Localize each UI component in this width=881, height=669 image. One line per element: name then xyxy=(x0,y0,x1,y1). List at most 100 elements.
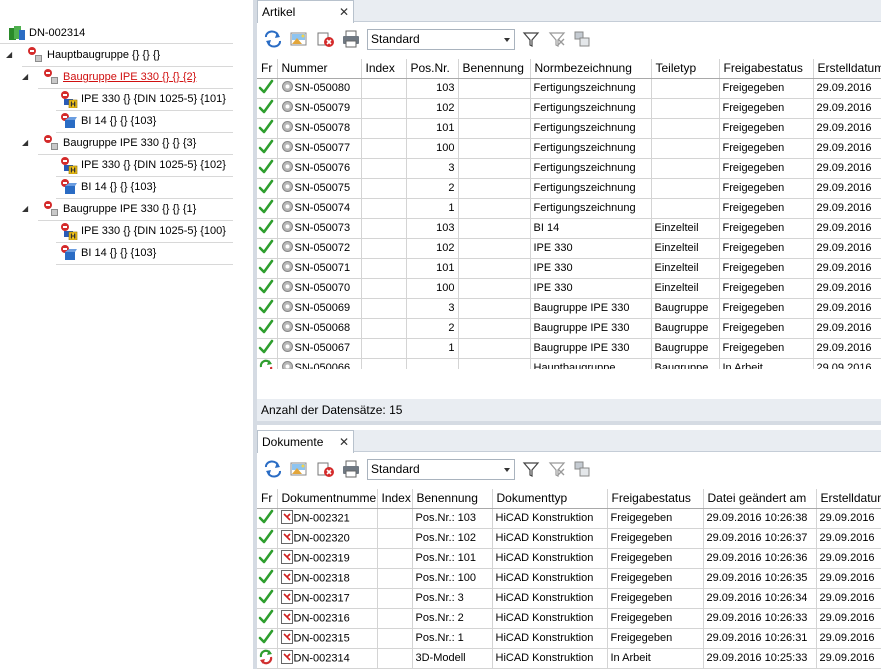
column-header[interactable]: Index xyxy=(361,59,407,79)
created-date-cell: 29.09.2016 xyxy=(816,508,881,529)
view-select[interactable]: Standard xyxy=(367,29,515,50)
designation-cell xyxy=(458,358,531,369)
table-row[interactable]: SN-050078 101 Fertigungszeichnung Freigegeb… xyxy=(257,118,881,139)
release-status-cell: Freigegeben xyxy=(607,508,704,529)
table-row[interactable]: SN-050068 2 Baugruppe IPE 330 Baugruppe Frei… xyxy=(257,318,881,339)
column-header[interactable]: Nummer xyxy=(277,59,362,79)
tree-node[interactable]: H IPE 330 {} {DIN 1025-5} {102} xyxy=(60,154,226,176)
table-row[interactable]: SN-050080 103 Fertigungszeichnung Freigegeb… xyxy=(257,78,881,99)
position-cell: 2 xyxy=(406,318,459,339)
assembly-icon xyxy=(42,68,60,86)
tree-node[interactable]: BI 14 {} {} {103} xyxy=(60,242,156,264)
table-row[interactable]: SN-050076 3 Fertigungszeichnung Freigegeben… xyxy=(257,158,881,179)
article-number-cell-text: SN-050076 xyxy=(294,161,351,174)
column-header[interactable]: Fr xyxy=(257,489,278,509)
tree-node[interactable]: ◢ Hauptbaugruppe {} {} {} xyxy=(6,44,160,66)
release-status-cell: Freigegeben xyxy=(719,198,814,219)
check-icon xyxy=(258,319,274,338)
table-row[interactable]: DN-002318 Pos.Nr.: 100 HiCAD Konstruktion F… xyxy=(257,568,881,589)
table-row[interactable]: DN-002317 Pos.Nr.: 3 HiCAD Konstruktion Fre… xyxy=(257,588,881,609)
column-header[interactable]: Datei geändert am xyxy=(703,489,817,509)
tree-node[interactable]: BI 14 {} {} {103} xyxy=(60,110,156,132)
collapse-icon[interactable]: ◢ xyxy=(6,51,13,59)
refresh-icon[interactable] xyxy=(263,460,283,478)
clear-filter-icon[interactable] xyxy=(547,30,567,48)
column-header[interactable]: Dokumentnummer xyxy=(277,489,378,509)
picture-icon[interactable] xyxy=(289,30,309,48)
filter-icon[interactable] xyxy=(521,30,541,48)
picture-icon[interactable] xyxy=(289,460,309,478)
close-icon[interactable]: ✕ xyxy=(339,5,349,19)
column-chooser-icon[interactable] xyxy=(572,460,592,478)
check-icon xyxy=(258,299,274,318)
table-row[interactable]: DN-002319 Pos.Nr.: 101 HiCAD Konstruktion F… xyxy=(257,548,881,569)
column-header[interactable]: Freigabestatus xyxy=(719,59,814,79)
filter-icon[interactable] xyxy=(521,460,541,478)
column-header[interactable]: Normbezeichnung xyxy=(530,59,652,79)
gear-icon xyxy=(281,100,294,116)
view-select[interactable]: Standard xyxy=(367,459,515,480)
table-row[interactable]: SN-050075 2 Fertigungszeichnung Freigegeben… xyxy=(257,178,881,199)
column-header[interactable]: Freigabestatus xyxy=(607,489,704,509)
release-status-cell: Freigegeben xyxy=(719,218,814,239)
refresh-icon[interactable] xyxy=(263,30,283,48)
delete-icon[interactable] xyxy=(316,460,336,478)
check-icon xyxy=(258,589,274,608)
gear-icon xyxy=(281,140,294,156)
column-header[interactable]: Pos.Nr. xyxy=(406,59,459,79)
tree-node[interactable]: ◢ Baugruppe IPE 330 {} {} {3} xyxy=(22,132,196,154)
collapse-icon[interactable]: ◢ xyxy=(22,73,29,81)
article-number-cell: SN-050080 xyxy=(277,78,362,99)
table-row[interactable]: SN-050071 101 IPE 330 Einzelteil Freigegeben… xyxy=(257,258,881,279)
tree-node[interactable]: BI 14 {} {} {103} xyxy=(60,176,156,198)
close-icon[interactable]: ✕ xyxy=(339,435,349,449)
table-row[interactable]: DN-002316 Pos.Nr.: 2 HiCAD Konstruktion Fre… xyxy=(257,608,881,629)
column-header[interactable]: Index xyxy=(377,489,413,509)
table-row[interactable]: DN-002320 Pos.Nr.: 102 HiCAD Konstruktion F… xyxy=(257,528,881,549)
table-row[interactable]: SN-050074 1 Fertigungszeichnung Freigegeben… xyxy=(257,198,881,219)
table-row[interactable]: DN-002321 Pos.Nr.: 103 HiCAD Konstruktion F… xyxy=(257,508,881,529)
column-chooser-icon[interactable] xyxy=(572,30,592,48)
table-row[interactable]: SN-050079 102 Fertigungszeichnung Freigegeb… xyxy=(257,98,881,119)
tab-articles[interactable]: Artikel ✕ xyxy=(257,0,354,23)
created-date-cell: 29.09.2016 xyxy=(816,568,881,589)
table-row[interactable]: SN-050066 Hauptbaugruppe Baugruppe In Arbei… xyxy=(257,358,881,369)
tab-documents[interactable]: Dokumente ✕ xyxy=(257,430,354,453)
collapse-icon[interactable]: ◢ xyxy=(22,205,29,213)
delete-icon[interactable] xyxy=(316,30,336,48)
tree-node[interactable]: ◢ Baugruppe IPE 330 {} {} {1} xyxy=(22,198,196,220)
table-row[interactable]: DN-002315 Pos.Nr.: 1 HiCAD Konstruktion Fre… xyxy=(257,628,881,649)
collapse-icon[interactable]: ◢ xyxy=(22,139,29,147)
release-status-cell: Freigegeben xyxy=(719,78,814,99)
column-header[interactable]: Fr xyxy=(257,59,278,79)
article-number-cell: SN-050074 xyxy=(277,198,362,219)
norm-cell: Baugruppe IPE 330 xyxy=(530,318,652,339)
print-icon[interactable] xyxy=(341,30,361,48)
table-row[interactable]: SN-050073 103 BI 14 Einzelteil Freigegeben 29… xyxy=(257,218,881,239)
tree-node[interactable]: H IPE 330 {} {DIN 1025-5} {100} xyxy=(60,220,226,242)
tree-root[interactable]: DN-002314 xyxy=(8,22,85,44)
tree-node[interactable]: H IPE 330 {} {DIN 1025-5} {101} xyxy=(60,88,226,110)
table-row[interactable]: SN-050072 102 IPE 330 Einzelteil Freigegeben… xyxy=(257,238,881,259)
release-status-cell: Freigegeben xyxy=(607,608,704,629)
release-status-cell: Freigegeben xyxy=(719,118,814,139)
column-header[interactable]: Benennung xyxy=(458,59,531,79)
column-header[interactable]: Teiletyp xyxy=(651,59,720,79)
column-header[interactable]: Benennung xyxy=(412,489,493,509)
clear-filter-icon[interactable] xyxy=(547,460,567,478)
table-row[interactable]: DN-002314 3D-Modell HiCAD Konstruktion In A… xyxy=(257,648,881,669)
table-row[interactable]: SN-050067 1 Baugruppe IPE 330 Baugruppe Frei… xyxy=(257,338,881,359)
check-icon xyxy=(258,279,274,298)
gear-icon xyxy=(281,160,294,176)
horizontal-splitter[interactable] xyxy=(257,421,881,425)
print-icon[interactable] xyxy=(341,460,361,478)
tree-node[interactable]: ◢ Baugruppe IPE 330 {} {} {2} xyxy=(22,66,196,88)
column-header[interactable]: Erstelldatum xyxy=(816,489,881,509)
modified-date-cell: 29.09.2016 10:25:33 xyxy=(703,648,817,669)
table-row[interactable]: SN-050077 100 Fertigungszeichnung Freigegeb… xyxy=(257,138,881,159)
column-header[interactable]: Erstelldatum xyxy=(813,59,881,79)
table-row[interactable]: SN-050070 100 IPE 330 Einzelteil Freigegeben… xyxy=(257,278,881,299)
check-icon xyxy=(258,199,274,218)
table-row[interactable]: SN-050069 3 Baugruppe IPE 330 Baugruppe Frei… xyxy=(257,298,881,319)
column-header[interactable]: Dokumenttyp xyxy=(492,489,608,509)
